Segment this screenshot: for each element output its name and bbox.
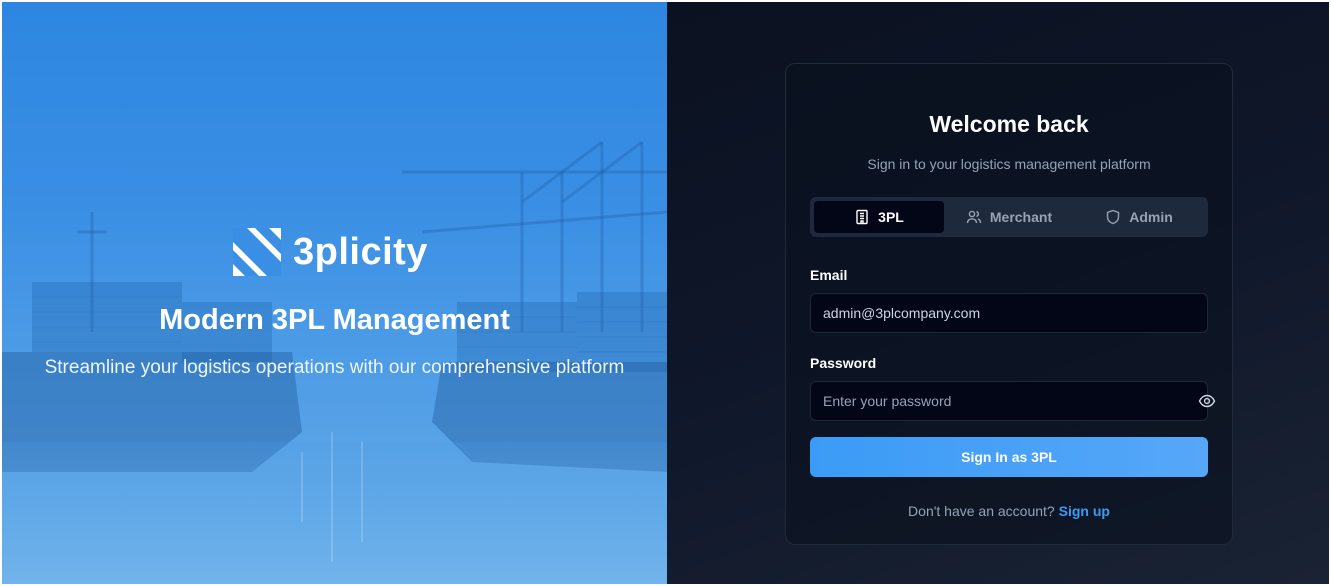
sign-up-link[interactable]: Sign up [1059,503,1110,519]
login-subtitle: Sign in to your logistics management pla… [867,156,1151,172]
users-icon [966,210,982,224]
email-field[interactable] [810,293,1208,333]
signup-prompt-text: Don't have an account? [908,503,1055,519]
role-tabs: 3PL Merchant Admin [810,197,1208,237]
shield-icon [1107,209,1120,225]
password-field[interactable] [810,381,1208,421]
login-title: Welcome back [929,111,1089,137]
brand: 3plicity [233,228,428,276]
login-card: Welcome back Sign in to your logistics m… [785,63,1233,545]
brand-name: 3plicity [293,231,428,273]
hero-title: Modern 3PL Management [159,304,510,336]
building-icon [856,209,868,225]
3plicity-logo-icon [233,228,281,276]
hero-panel: 3plicity Modern 3PL Management Streamlin… [2,2,667,584]
tab-3pl-label: 3PL [878,209,904,225]
email-label: Email [810,267,848,283]
tab-admin[interactable]: Admin [1074,201,1204,233]
tab-merchant-label: Merchant [989,209,1053,225]
login-page: 3plicity Modern 3PL Management Streamlin… [2,2,1329,584]
password-label: Password [810,355,877,371]
tab-admin-label: Admin [1129,209,1173,225]
signup-prompt: Don't have an account? Sign up [786,501,1232,521]
login-panel: Welcome back Sign in to your logistics m… [667,2,1329,584]
hero-subtitle: Streamline your logistics operations wit… [44,357,625,378]
tab-3pl[interactable]: 3PL [814,201,944,233]
sign-in-button[interactable]: Sign In as 3PL [810,437,1208,477]
tab-merchant[interactable]: Merchant [944,201,1074,233]
show-password-eye-icon[interactable] [1198,392,1216,410]
